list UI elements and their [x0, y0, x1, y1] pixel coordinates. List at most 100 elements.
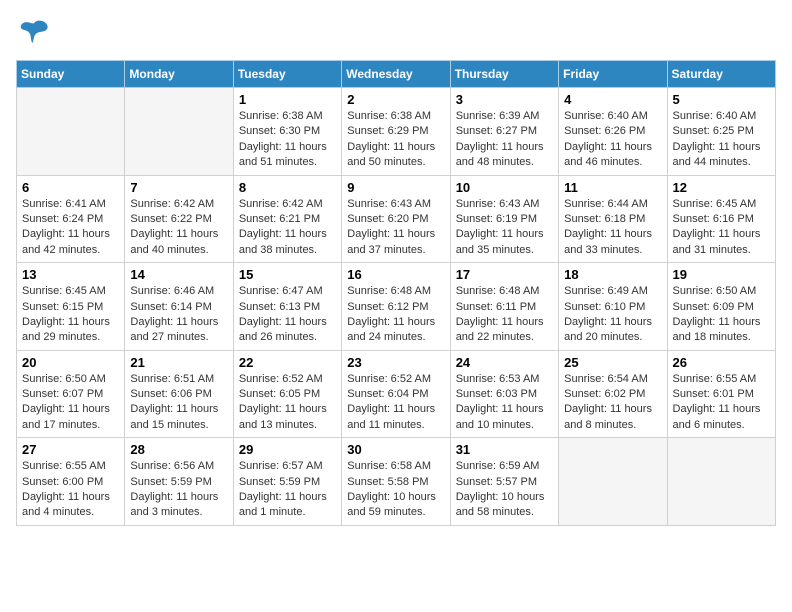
cell-sun-info: Sunrise: 6:54 AMSunset: 6:02 PMDaylight:… — [564, 372, 661, 434]
calendar-cell: 24 Sunrise: 6:53 AMSunset: 6:03 PMDayligh… — [450, 350, 558, 438]
calendar-cell: 8 Sunrise: 6:42 AMSunset: 6:21 PMDaylight… — [233, 175, 341, 263]
day-number: 29 — [239, 442, 336, 457]
calendar-cell: 5 Sunrise: 6:40 AMSunset: 6:25 PMDaylight… — [667, 88, 775, 176]
day-number: 30 — [347, 442, 444, 457]
day-number: 6 — [22, 180, 119, 195]
calendar-cell: 2 Sunrise: 6:38 AMSunset: 6:29 PMDaylight… — [342, 88, 450, 176]
day-number: 15 — [239, 267, 336, 282]
weekday-header: Tuesday — [233, 61, 341, 88]
cell-sun-info: Sunrise: 6:42 AMSunset: 6:21 PMDaylight:… — [239, 197, 336, 259]
cell-sun-info: Sunrise: 6:39 AMSunset: 6:27 PMDaylight:… — [456, 109, 553, 171]
calendar-cell: 11 Sunrise: 6:44 AMSunset: 6:18 PMDayligh… — [559, 175, 667, 263]
day-number: 1 — [239, 92, 336, 107]
cell-sun-info: Sunrise: 6:48 AMSunset: 6:11 PMDaylight:… — [456, 284, 553, 346]
calendar-table: SundayMondayTuesdayWednesdayThursdayFrid… — [16, 60, 776, 526]
day-number: 17 — [456, 267, 553, 282]
cell-sun-info: Sunrise: 6:43 AMSunset: 6:20 PMDaylight:… — [347, 197, 444, 259]
day-number: 26 — [673, 355, 770, 370]
weekday-header: Monday — [125, 61, 233, 88]
calendar-cell: 12Sunrise: 6:45 AMSunset: 6:16 PMDayligh… — [667, 175, 775, 263]
calendar-cell — [17, 88, 125, 176]
cell-sun-info: Sunrise: 6:53 AMSunset: 6:03 PMDaylight:… — [456, 372, 553, 434]
cell-sun-info: Sunrise: 6:51 AMSunset: 6:06 PMDaylight:… — [130, 372, 227, 434]
day-number: 21 — [130, 355, 227, 370]
weekday-header: Saturday — [667, 61, 775, 88]
day-number: 24 — [456, 355, 553, 370]
calendar-cell: 19 Sunrise: 6:50 AMSunset: 6:09 PMDayligh… — [667, 263, 775, 351]
day-number: 10 — [456, 180, 553, 195]
day-number: 22 — [239, 355, 336, 370]
cell-sun-info: Sunrise: 6:40 AMSunset: 6:25 PMDaylight:… — [673, 109, 770, 171]
day-number: 8 — [239, 180, 336, 195]
calendar-cell: 31Sunrise: 6:59 AMSunset: 5:57 PMDayligh… — [450, 438, 558, 526]
cell-sun-info: Sunrise: 6:55 AMSunset: 6:01 PMDaylight:… — [673, 372, 770, 434]
day-number: 25 — [564, 355, 661, 370]
weekday-header: Sunday — [17, 61, 125, 88]
calendar-cell: 14 Sunrise: 6:46 AMSunset: 6:14 PMDayligh… — [125, 263, 233, 351]
day-number: 20 — [22, 355, 119, 370]
calendar-cell — [559, 438, 667, 526]
calendar-cell: 22 Sunrise: 6:52 AMSunset: 6:05 PMDayligh… — [233, 350, 341, 438]
calendar-week-row: 20 Sunrise: 6:50 AMSunset: 6:07 PMDayligh… — [17, 350, 776, 438]
day-number: 31 — [456, 442, 553, 457]
cell-sun-info: Sunrise: 6:42 AMSunset: 6:22 PMDaylight:… — [130, 197, 227, 259]
calendar-cell: 28 Sunrise: 6:56 AMSunset: 5:59 PMDayligh… — [125, 438, 233, 526]
calendar-cell: 9Sunrise: 6:43 AMSunset: 6:20 PMDaylight… — [342, 175, 450, 263]
weekday-header: Friday — [559, 61, 667, 88]
calendar-cell — [667, 438, 775, 526]
calendar-cell: 1 Sunrise: 6:38 AMSunset: 6:30 PMDaylight… — [233, 88, 341, 176]
calendar-week-row: 13 Sunrise: 6:45 AMSunset: 6:15 PMDayligh… — [17, 263, 776, 351]
cell-sun-info: Sunrise: 6:45 AMSunset: 6:16 PMDaylight:… — [673, 197, 770, 259]
cell-sun-info: Sunrise: 6:38 AMSunset: 6:29 PMDaylight:… — [347, 109, 444, 171]
day-number: 7 — [130, 180, 227, 195]
calendar-week-row: 6 Sunrise: 6:41 AMSunset: 6:24 PMDaylight… — [17, 175, 776, 263]
cell-sun-info: Sunrise: 6:52 AMSunset: 6:05 PMDaylight:… — [239, 372, 336, 434]
weekday-header: Thursday — [450, 61, 558, 88]
calendar-cell: 17 Sunrise: 6:48 AMSunset: 6:11 PMDayligh… — [450, 263, 558, 351]
cell-sun-info: Sunrise: 6:40 AMSunset: 6:26 PMDaylight:… — [564, 109, 661, 171]
cell-sun-info: Sunrise: 6:50 AMSunset: 6:07 PMDaylight:… — [22, 372, 119, 434]
cell-sun-info: Sunrise: 6:43 AMSunset: 6:19 PMDaylight:… — [456, 197, 553, 259]
calendar-cell: 25 Sunrise: 6:54 AMSunset: 6:02 PMDayligh… — [559, 350, 667, 438]
cell-sun-info: Sunrise: 6:45 AMSunset: 6:15 PMDaylight:… — [22, 284, 119, 346]
weekday-header: Wednesday — [342, 61, 450, 88]
day-number: 19 — [673, 267, 770, 282]
day-number: 16 — [347, 267, 444, 282]
day-number: 5 — [673, 92, 770, 107]
calendar-cell: 16Sunrise: 6:48 AMSunset: 6:12 PMDayligh… — [342, 263, 450, 351]
calendar-cell: 6 Sunrise: 6:41 AMSunset: 6:24 PMDaylight… — [17, 175, 125, 263]
cell-sun-info: Sunrise: 6:58 AMSunset: 5:58 PMDaylight:… — [347, 459, 444, 521]
cell-sun-info: Sunrise: 6:52 AMSunset: 6:04 PMDaylight:… — [347, 372, 444, 434]
day-number: 27 — [22, 442, 119, 457]
day-number: 2 — [347, 92, 444, 107]
calendar-cell: 23Sunrise: 6:52 AMSunset: 6:04 PMDayligh… — [342, 350, 450, 438]
day-number: 14 — [130, 267, 227, 282]
day-number: 18 — [564, 267, 661, 282]
logo — [16, 16, 56, 52]
cell-sun-info: Sunrise: 6:41 AMSunset: 6:24 PMDaylight:… — [22, 197, 119, 259]
cell-sun-info: Sunrise: 6:55 AMSunset: 6:00 PMDaylight:… — [22, 459, 119, 521]
cell-sun-info: Sunrise: 6:44 AMSunset: 6:18 PMDaylight:… — [564, 197, 661, 259]
calendar-cell: 21 Sunrise: 6:51 AMSunset: 6:06 PMDayligh… — [125, 350, 233, 438]
day-number: 13 — [22, 267, 119, 282]
day-number: 3 — [456, 92, 553, 107]
calendar-cell — [125, 88, 233, 176]
weekday-header-row: SundayMondayTuesdayWednesdayThursdayFrid… — [17, 61, 776, 88]
cell-sun-info: Sunrise: 6:56 AMSunset: 5:59 PMDaylight:… — [130, 459, 227, 521]
cell-sun-info: Sunrise: 6:46 AMSunset: 6:14 PMDaylight:… — [130, 284, 227, 346]
calendar-cell: 7 Sunrise: 6:42 AMSunset: 6:22 PMDaylight… — [125, 175, 233, 263]
day-number: 4 — [564, 92, 661, 107]
cell-sun-info: Sunrise: 6:38 AMSunset: 6:30 PMDaylight:… — [239, 109, 336, 171]
logo-bird-icon — [16, 16, 52, 52]
calendar-cell: 3 Sunrise: 6:39 AMSunset: 6:27 PMDaylight… — [450, 88, 558, 176]
calendar-week-row: 27 Sunrise: 6:55 AMSunset: 6:00 PMDayligh… — [17, 438, 776, 526]
cell-sun-info: Sunrise: 6:49 AMSunset: 6:10 PMDaylight:… — [564, 284, 661, 346]
calendar-cell: 10 Sunrise: 6:43 AMSunset: 6:19 PMDayligh… — [450, 175, 558, 263]
cell-sun-info: Sunrise: 6:50 AMSunset: 6:09 PMDaylight:… — [673, 284, 770, 346]
day-number: 28 — [130, 442, 227, 457]
calendar-cell: 20 Sunrise: 6:50 AMSunset: 6:07 PMDayligh… — [17, 350, 125, 438]
calendar-cell: 4 Sunrise: 6:40 AMSunset: 6:26 PMDaylight… — [559, 88, 667, 176]
day-number: 11 — [564, 180, 661, 195]
calendar-cell: 27 Sunrise: 6:55 AMSunset: 6:00 PMDayligh… — [17, 438, 125, 526]
calendar-week-row: 1 Sunrise: 6:38 AMSunset: 6:30 PMDaylight… — [17, 88, 776, 176]
